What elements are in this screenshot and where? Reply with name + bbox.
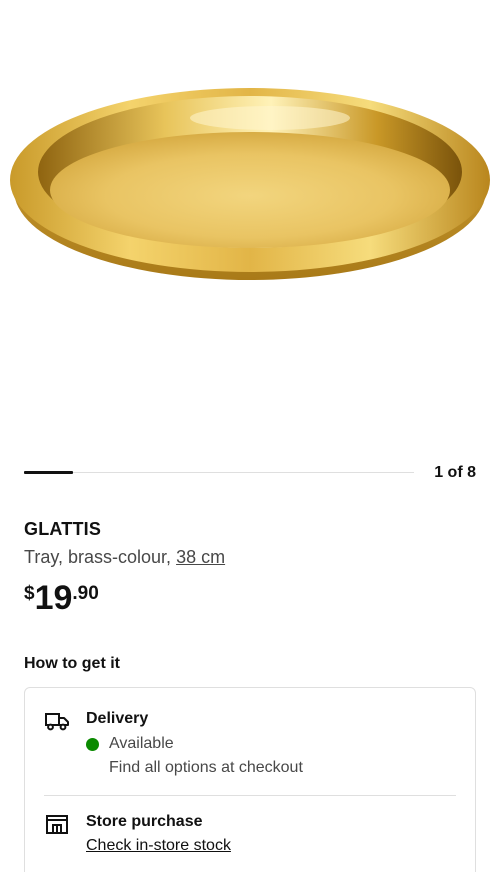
gallery-progress-track	[24, 472, 414, 473]
delivery-status-indicator	[86, 738, 99, 751]
availability-card: Delivery Available Find all options at c…	[24, 687, 476, 872]
delivery-title: Delivery	[86, 710, 149, 727]
delivery-note: Find all options at checkout	[109, 759, 303, 776]
product-price: $19.90	[24, 578, 99, 618]
price-currency: $	[24, 583, 35, 604]
check-in-store-stock-link[interactable]: Check in-store stock	[86, 837, 231, 855]
how-to-get-it-heading: How to get it	[24, 655, 120, 672]
product-size-link[interactable]: 38 cm	[176, 547, 225, 567]
price-integer: 19	[34, 579, 73, 617]
product-description: Tray, brass-colour, 38 cm	[24, 547, 225, 568]
store-purchase-title: Store purchase	[86, 813, 203, 830]
product-image-gallery[interactable]	[0, 0, 500, 440]
delivery-status: Available	[109, 735, 174, 752]
delivery-truck-icon	[44, 710, 70, 732]
product-description-text: Tray, brass-colour,	[24, 547, 172, 567]
brass-tray-image	[10, 88, 490, 280]
gallery-pager: 1 of 8	[24, 462, 476, 484]
gallery-progress-indicator	[24, 471, 73, 474]
gallery-counter: 1 of 8	[434, 464, 476, 481]
product-name: GLATTIS	[24, 519, 102, 539]
card-divider	[44, 795, 456, 796]
store-icon	[44, 813, 70, 835]
price-decimal: .90	[72, 583, 99, 604]
